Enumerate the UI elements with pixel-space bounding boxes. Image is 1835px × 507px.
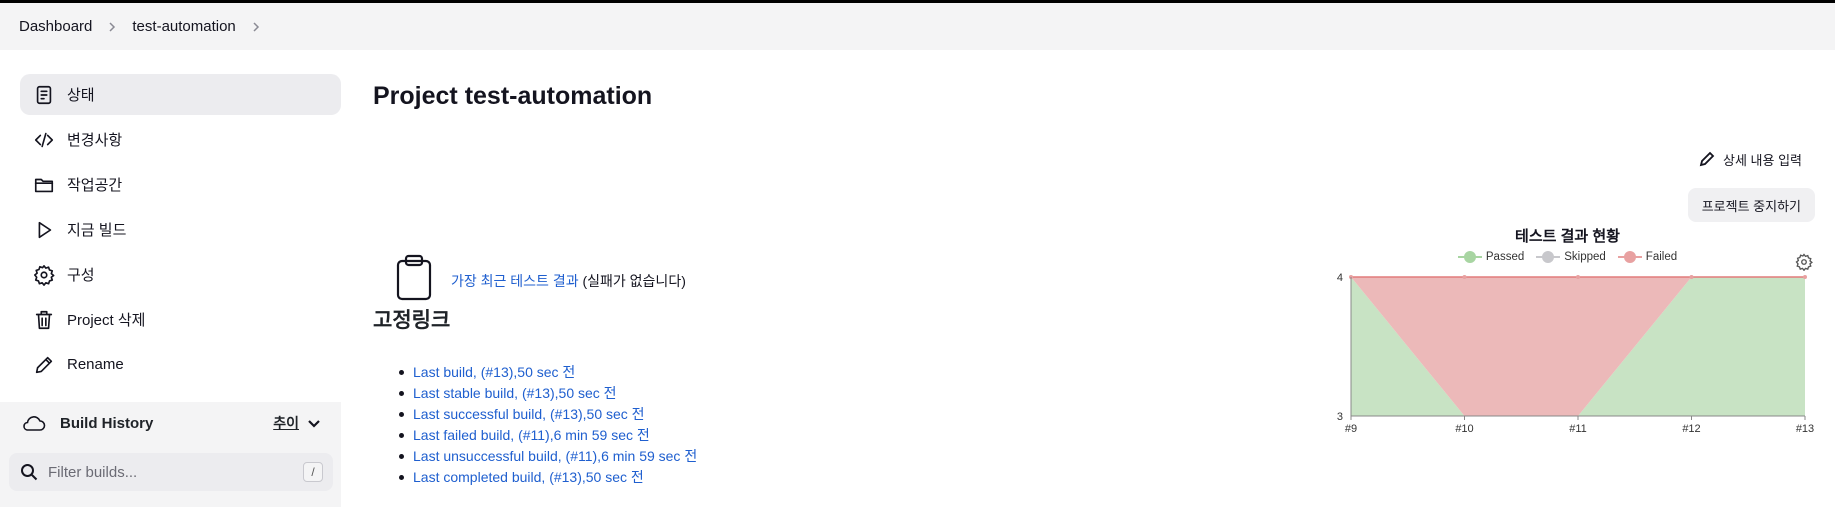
data-point[interactable] [1689,275,1694,279]
permalink-last-build[interactable]: Last build, (#13),50 sec 전 [413,364,575,380]
x-tick-label: #12 [1682,423,1700,435]
list-item: Last stable build, (#13),50 sec 전 [398,383,697,404]
build-history-panel: / [0,444,341,507]
sidebar-item-workspace[interactable]: 작업공간 [20,164,341,205]
y-tick-label: 4 [1337,272,1343,284]
sidebar-item-changes[interactable]: 변경사항 [20,119,341,160]
gear-icon [33,264,55,286]
sidebar-item-label: 상태 [67,87,95,104]
permalinks-list: Last build, (#13),50 sec 전 Last stable b… [398,362,697,488]
permalinks-title: 고정링크 [373,309,451,332]
chart-plot-area: 3 4 #9 #10 #11 #12 #13 [1337,272,1814,435]
test-result-trend-chart: 테스트 결과 현황 Passed Skipped Failed 3 4 #9 #10 #… [1330,220,1835,450]
list-item: Last unsuccessful build, (#11),6 min 59 … [398,446,697,467]
sidebar-item-status[interactable]: 상태 [20,74,341,115]
permalink-last-stable-build[interactable]: Last stable build, (#13),50 sec 전 [413,385,617,401]
permalink-last-failed-build[interactable]: Last failed build, (#11),6 min 59 sec 전 [413,427,650,443]
chevron-right-icon [106,21,118,33]
chevron-down-icon [308,420,320,428]
permalink-last-unsuccessful-build[interactable]: Last unsuccessful build, (#11),6 min 59 … [413,448,697,464]
trash-icon [33,309,55,331]
latest-test-result: 가장 최근 테스트 결과 (실패가 없습니다) [395,254,686,307]
x-tick-label: #10 [1455,423,1473,435]
page-title: Project test-automation [373,82,653,110]
sidebar: 상태 변경사항 작업공간 지금 빌드 구성 Project 삭제 Rename [20,74,341,389]
pencil-icon [1699,151,1715,167]
build-history-title: Build History [60,414,154,432]
data-point[interactable] [1576,275,1580,279]
filter-builds-input[interactable] [48,463,288,481]
sidebar-item-label: 구성 [67,267,95,284]
edit-description-link[interactable]: 상세 내용 입력 [1699,146,1815,172]
sidebar-item-configure[interactable]: 구성 [20,254,341,295]
x-tick-label: #9 [1345,423,1357,435]
play-icon [33,219,55,241]
sidebar-item-build-now[interactable]: 지금 빌드 [20,209,341,250]
x-tick-label: #11 [1569,423,1587,435]
x-tick-label: #13 [1796,423,1814,435]
sidebar-item-label: Rename [67,356,124,373]
sidebar-item-label: 지금 빌드 [67,222,127,239]
permalink-last-completed-build[interactable]: Last completed build, (#13),50 sec 전 [413,469,644,485]
sidebar-item-delete-project[interactable]: Project 삭제 [20,299,341,340]
sidebar-item-label: Project 삭제 [67,312,146,329]
sidebar-item-rename[interactable]: Rename [20,344,341,385]
shortcut-key-hint: / [303,462,323,482]
chevron-right-icon[interactable] [250,21,262,33]
latest-test-status: (실패가 없습니다) [582,272,686,289]
clipboard-icon [395,254,433,307]
folder-icon [33,174,55,196]
data-point[interactable] [1462,275,1467,279]
breadcrumb-test-automation[interactable]: test-automation [132,18,235,35]
code-icon [33,129,55,151]
permalink-last-successful-build[interactable]: Last successful build, (#13),50 sec 전 [413,406,645,422]
project-actions: 상세 내용 입력 프로젝트 중지하기 [1687,146,1815,222]
latest-test-text: 가장 최근 테스트 결과 (실패가 없습니다) [451,271,686,291]
y-tick-label: 3 [1337,411,1343,423]
filter-builds-box[interactable]: / [9,453,333,491]
pencil-icon [33,354,55,376]
list-item: Last successful build, (#13),50 sec 전 [398,404,697,425]
sidebar-item-label: 변경사항 [67,132,123,149]
search-icon [21,464,38,481]
edit-description-label: 상세 내용 입력 [1723,152,1802,168]
disable-project-button[interactable]: 프로젝트 중지하기 [1687,188,1815,222]
status-document-icon [33,84,55,106]
list-item: Last completed build, (#13),50 sec 전 [398,467,697,488]
list-item: Last build, (#13),50 sec 전 [398,362,697,383]
cloud-icon [20,413,46,433]
breadcrumb-dashboard[interactable]: Dashboard [19,18,92,35]
data-point[interactable] [1803,275,1807,279]
latest-test-result-link[interactable]: 가장 최근 테스트 결과 [451,273,579,289]
build-history-header: Build History 추이 [0,402,341,444]
sidebar-item-label: 작업공간 [67,177,123,194]
trend-dropdown[interactable]: 추이 [273,402,321,444]
breadcrumb: Dashboard test-automation [0,3,1835,50]
list-item: Last failed build, (#11),6 min 59 sec 전 [398,425,697,446]
trend-label[interactable]: 추이 [273,413,299,433]
